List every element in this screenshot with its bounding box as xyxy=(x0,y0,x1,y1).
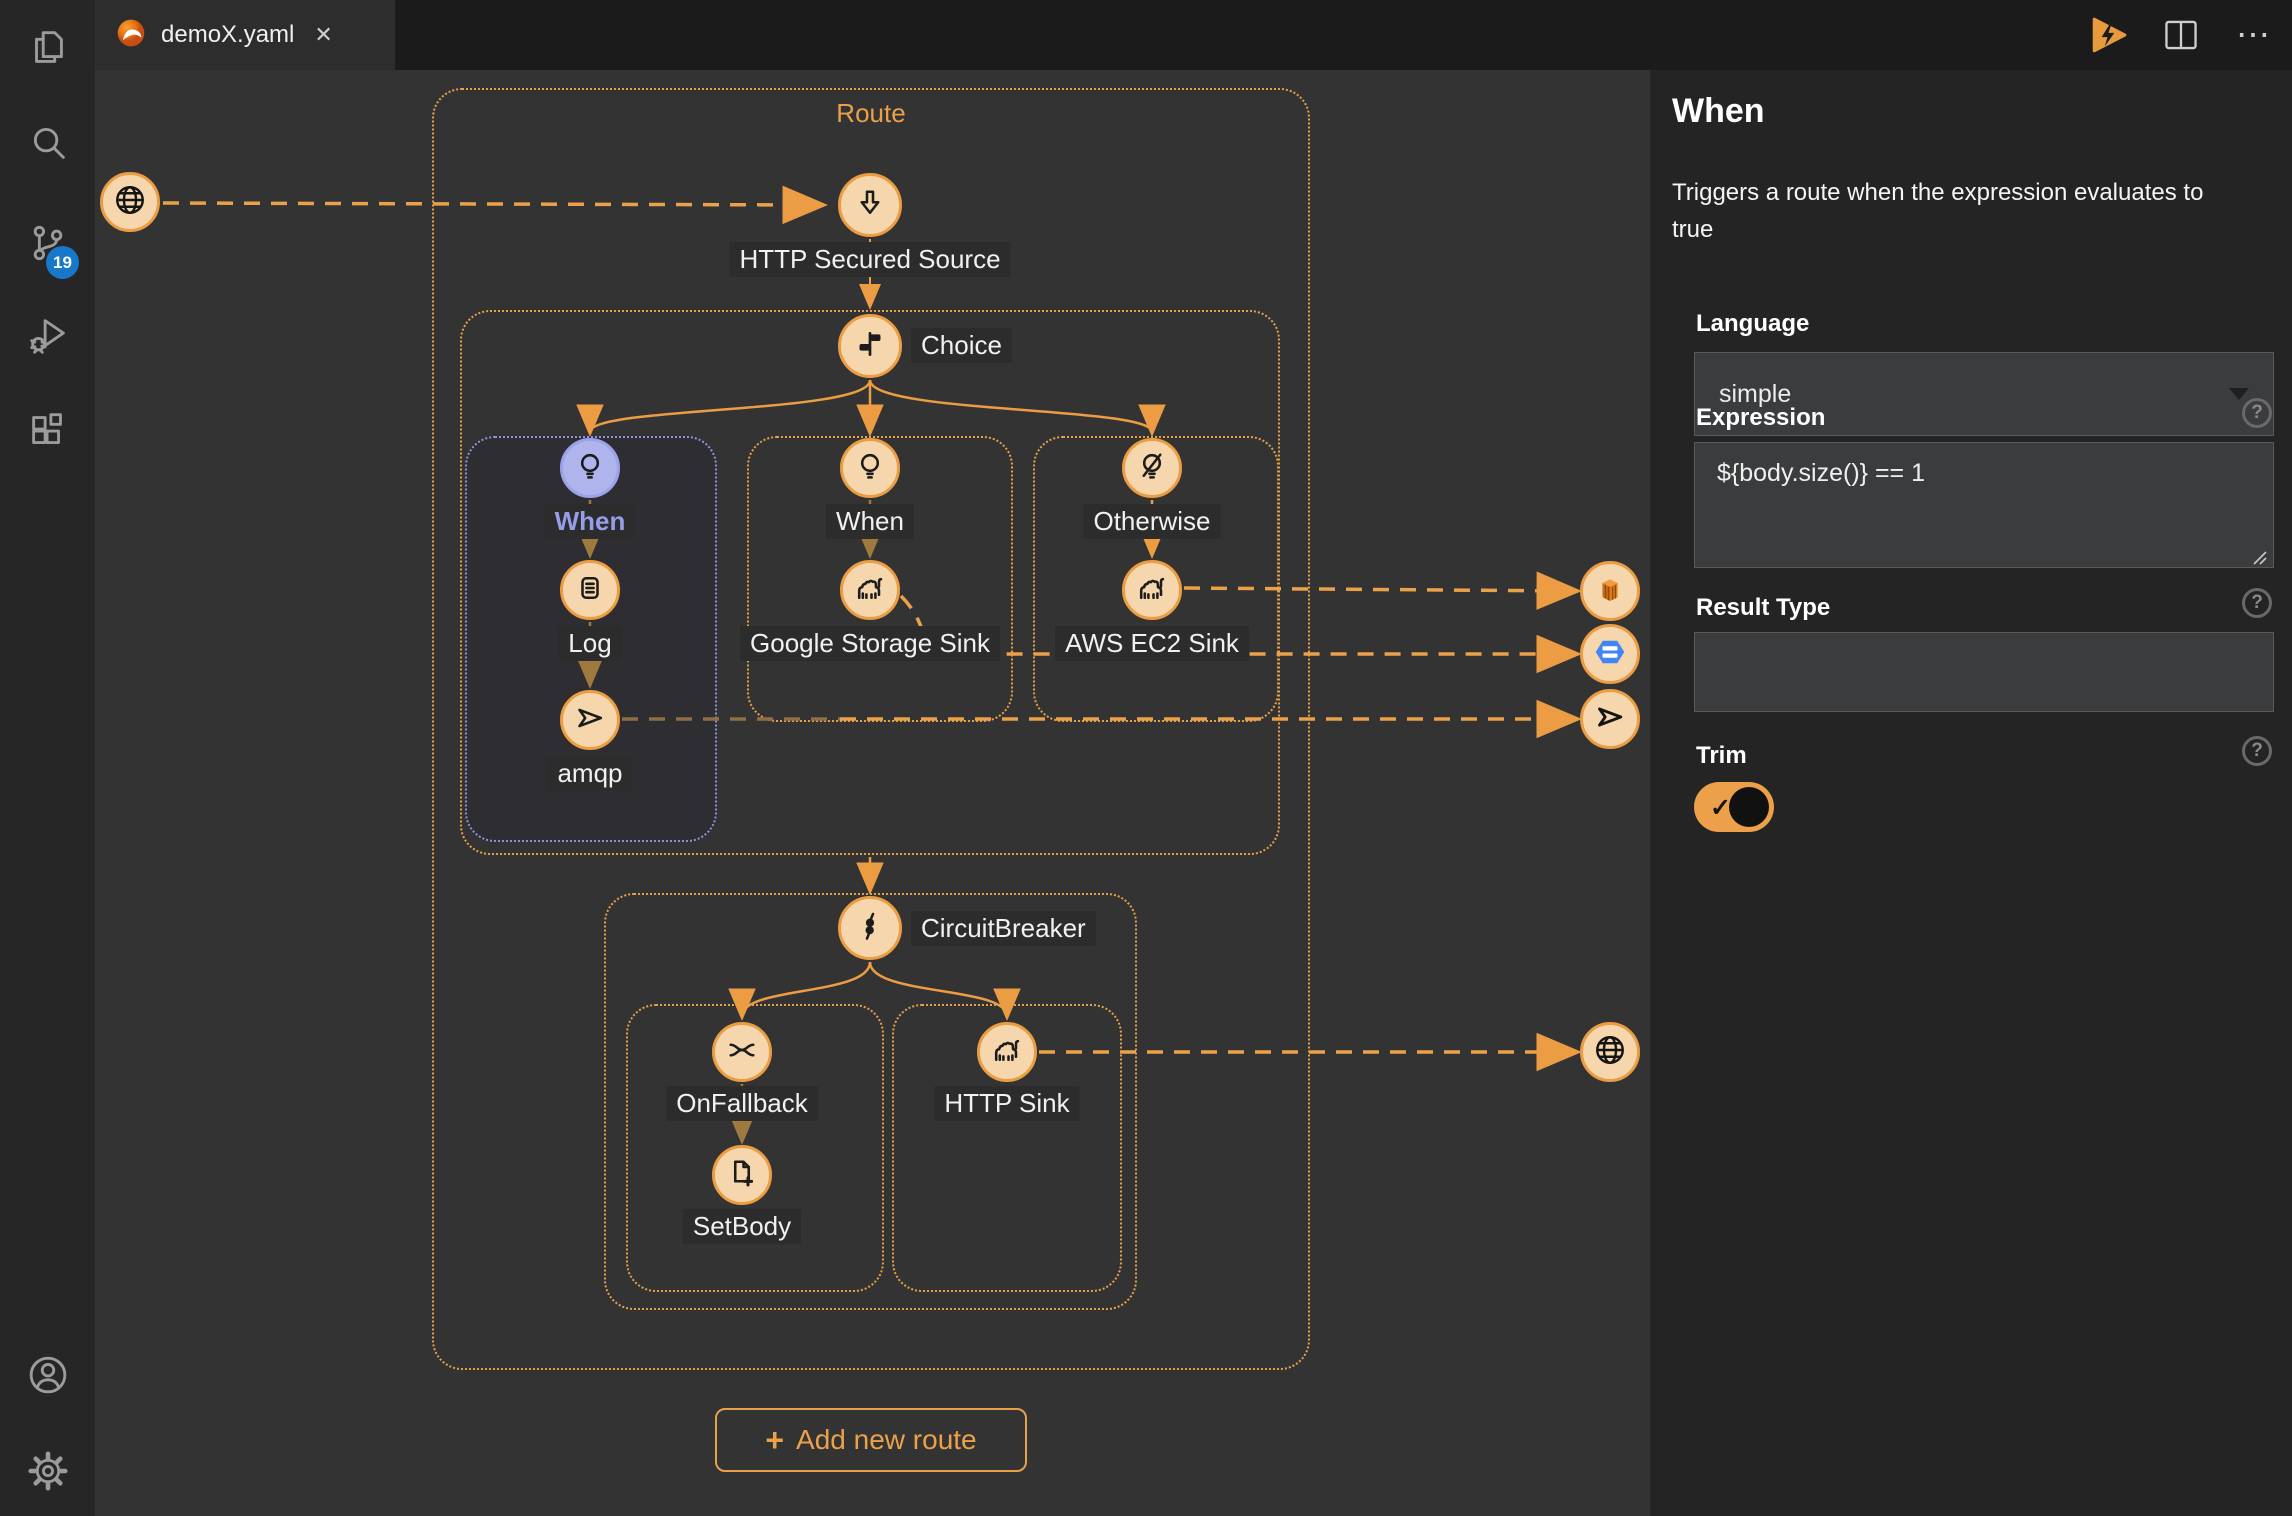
check-icon: ✓ xyxy=(1710,794,1731,822)
arrow-down-icon xyxy=(852,185,888,226)
route-canvas[interactable]: Route HTTP Secured Source Choice When Lo… xyxy=(95,70,1650,1516)
editor-tab-bar: demoX.yaml ✕ ⋯ xyxy=(95,0,2292,70)
route-container-label: Route xyxy=(836,98,906,128)
node-http-secured-source[interactable] xyxy=(838,173,902,237)
camel-icon xyxy=(1134,570,1170,611)
node-when2[interactable] xyxy=(840,438,900,498)
node-when-selected[interactable] xyxy=(560,438,620,498)
google-storage-endpoint[interactable] xyxy=(1580,624,1640,684)
node-label: AWS EC2 Sink xyxy=(1055,626,1249,661)
when-config-panel: When Triggers a route when the expressio… xyxy=(1650,70,2292,1516)
run-debug-icon[interactable] xyxy=(25,312,71,358)
trim-help-icon[interactable]: ? xyxy=(2242,736,2272,766)
lightbulb-icon xyxy=(572,448,608,489)
node-label: OnFallback xyxy=(666,1086,818,1121)
explorer-icon[interactable] xyxy=(25,24,71,70)
node-label: When xyxy=(826,504,914,539)
switch-knob xyxy=(1729,787,1769,827)
expression-input[interactable]: ${body.size()} == 1 xyxy=(1694,442,2274,568)
crossed-waves-icon xyxy=(724,1032,760,1073)
node-choice[interactable] xyxy=(838,314,902,378)
panel-title: When xyxy=(1672,92,1765,130)
node-label: SetBody xyxy=(682,1209,802,1244)
node-http-sink[interactable] xyxy=(977,1022,1037,1082)
settings-gear-icon[interactable] xyxy=(25,1448,71,1494)
run-camel-icon[interactable] xyxy=(2088,14,2130,56)
activity-bar: 19 xyxy=(0,0,95,1516)
file-plus-icon xyxy=(724,1155,760,1196)
amqp-endpoint[interactable] xyxy=(1580,689,1640,749)
send-arrow-icon xyxy=(572,700,608,741)
node-setbody[interactable] xyxy=(712,1145,772,1205)
aws-ec2-endpoint[interactable] xyxy=(1580,561,1640,621)
globe-icon xyxy=(1592,1032,1628,1073)
log-icon xyxy=(572,570,608,611)
result-type-help-icon[interactable]: ? xyxy=(2242,588,2272,618)
node-label: HTTP Secured Source xyxy=(729,242,1011,277)
more-actions-icon[interactable]: ⋯ xyxy=(2232,14,2274,56)
signpost-icon xyxy=(852,326,888,367)
circuit-breaker-icon xyxy=(852,908,888,949)
google-storage-icon xyxy=(1592,634,1628,675)
camel-file-icon xyxy=(115,17,147,54)
node-amqp[interactable] xyxy=(560,690,620,750)
lightbulb-slash-icon xyxy=(1134,448,1170,489)
node-circuitbreaker[interactable] xyxy=(838,896,902,960)
camel-icon xyxy=(852,570,888,611)
plus-icon: + xyxy=(765,1421,785,1458)
aws-ec2-icon xyxy=(1592,571,1628,612)
extensions-icon[interactable] xyxy=(25,408,71,454)
result-type-label: Result Type xyxy=(1696,594,1831,621)
send-arrow-icon xyxy=(1592,699,1628,740)
node-label: Choice xyxy=(911,328,1012,363)
chevron-down-icon xyxy=(2229,388,2249,400)
split-editor-icon[interactable] xyxy=(2160,14,2202,56)
tab-close-icon[interactable]: ✕ xyxy=(314,22,332,48)
tab-demox-yaml[interactable]: demoX.yaml ✕ xyxy=(95,0,395,70)
add-new-route-label: Add new route xyxy=(796,1424,977,1455)
tab-title: demoX.yaml xyxy=(161,21,295,48)
scm-badge: 19 xyxy=(46,246,79,279)
vscode-window: 19 demoX.yaml ✕ ⋯ Route HTTP Secured Sou… xyxy=(0,0,2292,1516)
node-google-storage-sink[interactable] xyxy=(840,560,900,620)
globe-icon xyxy=(112,182,148,223)
node-log[interactable] xyxy=(560,560,620,620)
expression-help-icon[interactable]: ? xyxy=(2242,398,2272,428)
node-otherwise[interactable] xyxy=(1122,438,1182,498)
node-label: When xyxy=(544,504,636,539)
node-label: Log xyxy=(558,626,622,661)
panel-description: Triggers a route when the expression eva… xyxy=(1672,179,2204,244)
trim-label: Trim xyxy=(1696,742,1747,769)
language-label: Language xyxy=(1696,310,1810,337)
node-label: amqp xyxy=(547,756,633,791)
trim-switch[interactable]: ✓ xyxy=(1694,782,1774,832)
node-aws-ec2-sink[interactable] xyxy=(1122,560,1182,620)
search-icon[interactable] xyxy=(25,120,71,166)
lightbulb-icon xyxy=(852,448,888,489)
node-label: HTTP Sink xyxy=(934,1086,1080,1121)
node-label: Google Storage Sink xyxy=(740,626,1000,661)
add-new-route-button[interactable]: + Add new route xyxy=(715,1408,1027,1472)
account-icon[interactable] xyxy=(25,1352,71,1398)
http-source-endpoint[interactable] xyxy=(100,172,160,232)
expression-label: Expression xyxy=(1696,404,1826,431)
result-type-input[interactable] xyxy=(1694,632,2274,712)
http-sink-endpoint[interactable] xyxy=(1580,1022,1640,1082)
node-label: CircuitBreaker xyxy=(911,911,1096,946)
editor-actions: ⋯ xyxy=(2088,0,2274,70)
camel-icon xyxy=(989,1032,1025,1073)
node-label: Otherwise xyxy=(1083,504,1221,539)
node-onfallback[interactable] xyxy=(712,1022,772,1082)
